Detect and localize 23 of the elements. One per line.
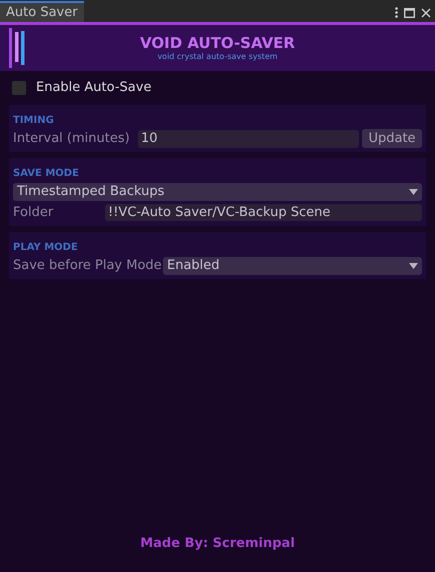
more-icon[interactable] (395, 7, 398, 18)
window-tab[interactable]: Auto Saver (0, 1, 84, 22)
dropdown-caret-icon (409, 262, 418, 268)
update-button[interactable]: Update (362, 129, 422, 148)
field-label: Folder (13, 204, 54, 222)
app-title: VOID AUTO-SAVER (140, 34, 295, 52)
number-field[interactable]: 10 (138, 130, 359, 148)
app-subtitle: void crystal auto-save system (157, 52, 278, 62)
section-heading: PLAY MODE (13, 241, 79, 254)
section-heading: TIMING (13, 114, 55, 127)
footer-credit: Made By: Screminpal (140, 535, 295, 553)
checkbox-label[interactable]: Enable Auto-Save (36, 78, 152, 98)
field-label: Interval (minutes) (13, 130, 131, 148)
enable-checkbox[interactable] (12, 81, 26, 95)
maximize-icon[interactable] (404, 8, 415, 18)
section-heading: SAVE MODE (13, 167, 80, 180)
close-icon[interactable] (421, 8, 431, 18)
dropdown[interactable]: Enabled (163, 256, 422, 274)
dropdown-caret-icon (409, 188, 418, 194)
field-label: Save before Play Mode (13, 256, 163, 275)
logo-bars-icon (9, 28, 25, 68)
dropdown[interactable]: Timestamped Backups (13, 182, 422, 200)
folder-field[interactable]: !!VC-Auto Saver/VC-Backup Scene (105, 204, 422, 221)
